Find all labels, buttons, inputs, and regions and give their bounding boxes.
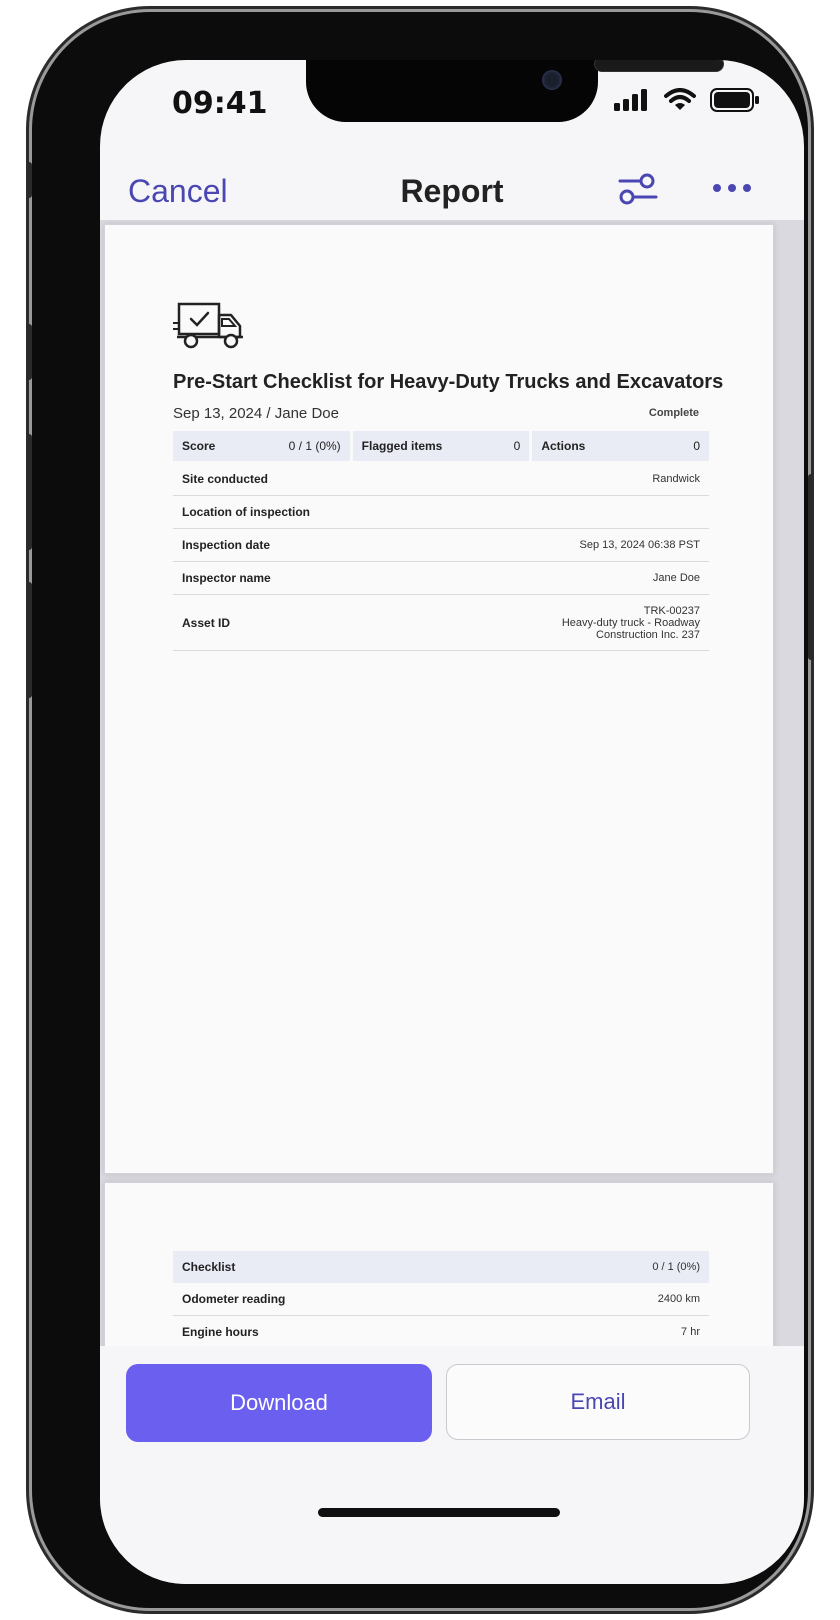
- report-page-2: Checklist 0 / 1 (0%) Odometer reading 24…: [104, 1182, 774, 1350]
- front-camera: [542, 70, 562, 90]
- speaker: [594, 60, 724, 72]
- summary-label: Flagged items: [361, 439, 443, 453]
- row-value: TRK-00237 Heavy-duty truck - Roadway Con…: [562, 599, 700, 647]
- screen: 09:41 Cancel Report Pre-Start Checklist …: [100, 60, 804, 1584]
- row-label: Odometer reading: [182, 1292, 286, 1306]
- asset-id-line: Heavy-duty truck - Roadway: [561, 616, 700, 629]
- row-label: Inspection date: [182, 538, 271, 552]
- volume-down-button: [26, 434, 32, 550]
- report-preview[interactable]: Pre-Start Checklist for Heavy-Duty Truck…: [100, 220, 804, 1350]
- summary-score: Score 0 / 1 (0%): [173, 431, 350, 461]
- asset-id-line: TRK-00237: [643, 604, 700, 617]
- row-value: Jane Doe: [652, 572, 700, 584]
- cellular-signal-icon: [614, 89, 647, 111]
- row-label: Engine hours: [182, 1325, 259, 1339]
- row-label: Site conducted: [182, 472, 269, 486]
- table-row: Location of inspection: [173, 496, 709, 529]
- summary-value: 0: [513, 439, 521, 453]
- summary-value: 0 / 1 (0%): [288, 439, 341, 453]
- notch: [306, 60, 724, 122]
- checklist-header: Checklist 0 / 1 (0%): [173, 1251, 709, 1283]
- battery-icon: [710, 88, 759, 112]
- email-button[interactable]: Email: [446, 1364, 750, 1440]
- status-icons: [614, 88, 760, 112]
- summary-actions: Actions 0: [532, 431, 710, 461]
- row-value: 2400 km: [657, 1293, 700, 1305]
- cancel-button[interactable]: Cancel: [128, 160, 228, 222]
- table-row: Inspector name Jane Doe: [173, 562, 709, 595]
- phone-frame: 09:41 Cancel Report Pre-Start Checklist …: [26, 12, 814, 1608]
- more-icon[interactable]: [712, 178, 752, 198]
- summary-label: Actions: [541, 439, 586, 453]
- filter-sliders-icon[interactable]: [616, 170, 660, 210]
- checklist-table: Odometer reading 2400 km Engine hours 7 …: [173, 1283, 709, 1349]
- summary-flagged-items: Flagged items 0: [352, 431, 530, 461]
- report-title: Pre-Start Checklist for Heavy-Duty Truck…: [173, 371, 724, 393]
- table-row: Asset ID TRK-00237 Heavy-duty truck - Ro…: [173, 595, 709, 651]
- row-label: Asset ID: [182, 615, 231, 630]
- action-bar: Download Email: [100, 1346, 804, 1584]
- row-value: Sep 13, 2024 06:38 PST: [579, 539, 700, 551]
- mute-switch: [26, 162, 32, 198]
- table-row: Engine hours 7 hr: [173, 1316, 709, 1349]
- status-badge: Complete: [648, 407, 699, 419]
- checklist-score: 0 / 1 (0%): [652, 1261, 700, 1273]
- table-row: Odometer reading 2400 km: [173, 1283, 709, 1316]
- table-row: Inspection date Sep 13, 2024 06:38 PST: [173, 529, 709, 562]
- summary-bar: Score 0 / 1 (0%) Flagged items 0 Actions…: [173, 431, 710, 461]
- row-label: Inspector name: [182, 571, 271, 585]
- details-table: Site conducted Randwick Location of insp…: [173, 463, 709, 651]
- summary-label: Score: [182, 439, 216, 453]
- row-value: Randwick: [652, 473, 700, 485]
- wifi-icon: [664, 88, 696, 110]
- truck-check-icon: [173, 302, 243, 349]
- download-button[interactable]: Download: [126, 1364, 432, 1442]
- side-button-left: [26, 582, 32, 698]
- power-button: [808, 474, 814, 660]
- report-subtitle: Sep 13, 2024 / Jane Doe: [173, 405, 339, 422]
- report-page-1: Pre-Start Checklist for Heavy-Duty Truck…: [104, 224, 774, 1174]
- volume-up-button: [26, 324, 32, 380]
- asset-id-line: Construction Inc. 237: [596, 628, 700, 641]
- row-label: Location of inspection: [182, 505, 310, 519]
- home-indicator[interactable]: [318, 1508, 560, 1517]
- row-value: 7 hr: [681, 1326, 700, 1338]
- table-row: Site conducted Randwick: [173, 463, 709, 496]
- summary-value: 0: [693, 439, 701, 453]
- navigation-bar: Cancel Report: [100, 160, 804, 222]
- status-time: 09:41: [172, 86, 268, 121]
- checklist-label: Checklist: [182, 1260, 236, 1274]
